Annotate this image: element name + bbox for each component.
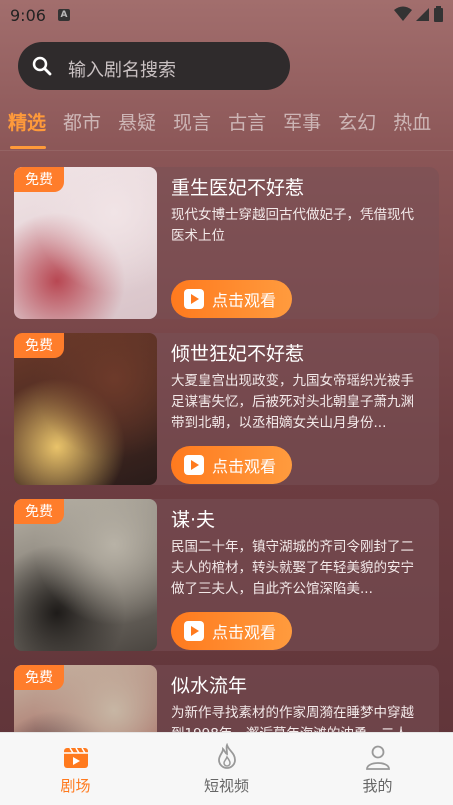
search-bar[interactable]: 输入剧名搜索 (18, 42, 290, 90)
watch-label: 点击观看 (212, 623, 277, 642)
drama-card[interactable]: 免费 重生医妃不好惹现代女博士穿越回古代做妃子，凭借现代医术上位点击观看 (14, 167, 439, 319)
watch-button[interactable]: 点击观看 (171, 446, 292, 484)
category-tabs: 精选 都市 悬疑 现言 古言 军事 玄幻 热血 (8, 108, 431, 149)
drama-poster[interactable]: 免费 (14, 167, 157, 319)
nav-item-user[interactable]: 我的 (303, 733, 453, 805)
drama-description: 大夏皇宫出现政变，九国女帝瑶织光被手足谋害失忆，后被死对头北朝皇子萧九渊带到北朝… (171, 373, 414, 431)
play-icon (184, 621, 204, 641)
watch-label: 点击观看 (212, 291, 277, 310)
status-time: 9:06 (10, 6, 46, 25)
drama-title[interactable]: 倾世狂妃不好惹 (171, 339, 304, 366)
nav-label: 短视频 (203, 777, 249, 795)
battery-icon (434, 6, 443, 22)
free-badge: 免费 (14, 499, 64, 524)
drama-poster[interactable]: 免费 (14, 333, 157, 485)
flame-icon (213, 742, 241, 771)
drama-card[interactable]: 免费 倾世狂妃不好惹大夏皇宫出现政变，九国女帝瑶织光被手足谋害失忆，后被死对头北朝… (14, 333, 439, 485)
play-icon (184, 289, 204, 309)
tab-6[interactable]: 玄幻 (338, 108, 376, 135)
nav-item-flame[interactable]: 短视频 (152, 733, 302, 805)
theater-icon (62, 743, 90, 771)
tab-3[interactable]: 现言 (173, 108, 211, 135)
tab-5[interactable]: 军事 (283, 108, 321, 135)
nav-label: 剧场 (60, 777, 91, 795)
free-badge: 免费 (14, 333, 64, 358)
wifi-icon (394, 6, 412, 21)
free-badge: 免费 (14, 665, 64, 690)
free-badge: 免费 (14, 167, 64, 192)
search-placeholder[interactable]: 输入剧名搜索 (68, 56, 176, 82)
tab-2[interactable]: 悬疑 (118, 108, 156, 135)
notification-icon: A (58, 9, 70, 21)
user-icon (364, 743, 392, 771)
drama-title[interactable]: 似水流年 (171, 671, 247, 698)
drama-card[interactable]: 免费 谋·夫民国二十年，镇守湖城的齐司令刚封了二夫人的棺材，转头就娶了年轻美貌的安… (14, 499, 439, 651)
search-icon (32, 56, 52, 76)
watch-label: 点击观看 (212, 457, 277, 476)
drama-title[interactable]: 重生医妃不好惹 (171, 173, 304, 200)
nav-label: 我的 (362, 777, 393, 795)
divider (0, 150, 453, 151)
play-icon (184, 455, 204, 475)
drama-poster[interactable]: 免费 (14, 499, 157, 651)
bottom-navigation: 剧场 短视频 我的 (0, 732, 453, 805)
tab-4[interactable]: 古言 (228, 108, 266, 135)
status-bar: 9:06 A (0, 0, 453, 34)
drama-list: 免费 重生医妃不好惹 现代女博士穿越回古代做妃子，凭借现代医术上位 点击观看 免费 倾世狂… (14, 167, 439, 805)
tab-1[interactable]: 都市 (63, 108, 101, 135)
signal-icon (416, 8, 429, 21)
nav-item-theater[interactable]: 剧场 (1, 733, 151, 805)
watch-button[interactable]: 点击观看 (171, 280, 292, 318)
watch-button[interactable]: 点击观看 (171, 612, 292, 650)
drama-description: 民国二十年，镇守湖城的齐司令刚封了二夫人的棺材，转头就娶了年轻美貌的安宁做了三夫… (171, 539, 414, 597)
drama-description: 现代女博士穿越回古代做妃子，凭借现代医术上位 (171, 207, 414, 244)
drama-title[interactable]: 谋·夫 (171, 505, 215, 532)
tab-0[interactable]: 精选 (8, 108, 47, 149)
system-icons (394, 6, 443, 22)
tab-7[interactable]: 热血 (393, 108, 431, 135)
